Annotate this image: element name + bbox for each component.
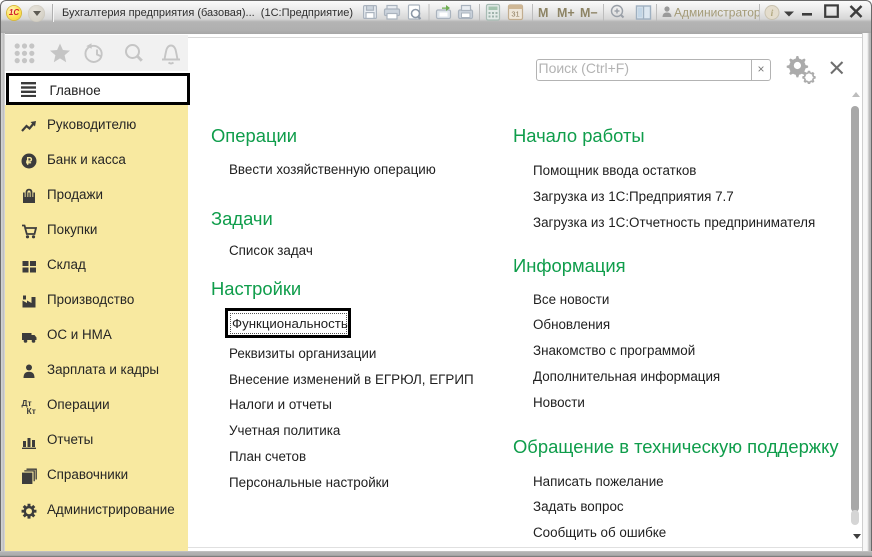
- svg-text:Кт: Кт: [27, 406, 36, 414]
- svg-text:М−: М−: [580, 6, 598, 20]
- svg-text:₽: ₽: [26, 156, 33, 167]
- svg-text:М: М: [538, 6, 548, 20]
- svg-text:i: i: [771, 9, 774, 19]
- svg-text:Администратор: Администратор: [674, 6, 761, 20]
- svg-text:31: 31: [511, 10, 519, 19]
- svg-text:М+: М+: [557, 6, 575, 20]
